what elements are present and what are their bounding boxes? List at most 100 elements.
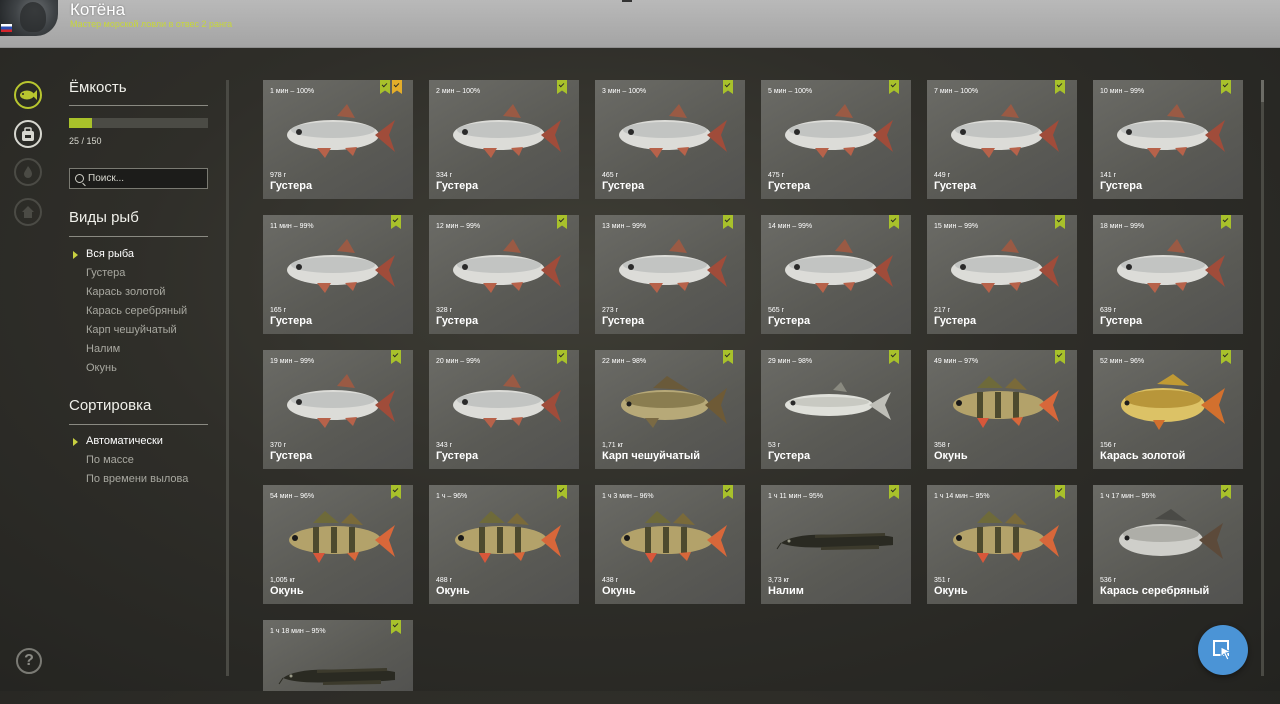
fish-card[interactable]: 29 мин – 98% 53 г Густера: [761, 350, 911, 469]
sort-option[interactable]: По массе: [86, 454, 134, 466]
fish-name: Окунь: [436, 585, 470, 597]
catch-time-quality: 1 ч 18 мин – 95%: [270, 628, 326, 635]
trophy-check-badge-icon: [391, 350, 401, 364]
trophy-check-badge-icon: [557, 80, 567, 94]
trophy-check-badge-icon: [391, 485, 401, 499]
fish-card[interactable]: 1 мин – 100% 978 г Густера: [263, 80, 413, 199]
selected-arrow-icon: [73, 438, 78, 446]
fish-card[interactable]: 1 ч 17 мин – 95% 536 г Карась серебряный: [1093, 485, 1243, 604]
fish-weight: 351 г: [934, 577, 951, 584]
capacity-bar: [69, 118, 208, 128]
fish-card[interactable]: 5 мин – 100% 475 г Густера: [761, 80, 911, 199]
species-option[interactable]: Карась серебряный: [86, 305, 187, 317]
species-option[interactable]: Карп чешуйчатый: [86, 324, 177, 336]
bream-fish-icon: [619, 104, 727, 158]
trophy-check-badge-icon: [391, 620, 401, 634]
fish-card[interactable]: 18 мин – 99% 639 г Густера: [1093, 215, 1243, 334]
fish-name: Густера: [768, 450, 811, 462]
perch-fish-icon: [621, 511, 727, 563]
fish-card[interactable]: 49 мин – 97% 358 г Окунь: [927, 350, 1077, 469]
fish-weight: 565 г: [768, 307, 785, 314]
help-icon[interactable]: ?: [16, 648, 42, 674]
species-option[interactable]: Густера: [86, 267, 125, 279]
fish-name: Густера: [602, 180, 645, 192]
fish-card[interactable]: 1 ч 11 мин – 95% 3,73 кг Налим: [761, 485, 911, 604]
catch-time-quality: 3 мин – 100%: [602, 88, 647, 95]
bream-fish-icon: [785, 239, 893, 293]
fish-name: Густера: [602, 315, 645, 327]
bream-fish-icon: [453, 104, 561, 158]
fish-weight: 53 г: [768, 442, 781, 449]
burbot-fish-icon: [776, 533, 893, 550]
fish-name: Густера: [436, 315, 479, 327]
fish-name: Окунь: [602, 585, 636, 597]
panel-divider: [226, 80, 229, 676]
fish-card[interactable]: 22 мин – 98% 1,71 кг Карп чешуйчатый: [595, 350, 745, 469]
trophy-check-badge-icon: [723, 350, 733, 364]
search-input[interactable]: [88, 173, 198, 184]
fish-card[interactable]: 20 мин – 99% 343 г Густера: [429, 350, 579, 469]
fish-card[interactable]: 1 ч 18 мин – 95%: [263, 620, 413, 691]
fish-card[interactable]: 7 мин – 100% 449 г Густера: [927, 80, 1077, 199]
search-box[interactable]: [69, 168, 208, 189]
fish-name: Карп чешуйчатый: [602, 450, 700, 462]
trophy-check-badge-icon: [889, 215, 899, 229]
fish-weight: 1,005 кг: [270, 577, 296, 584]
gold-record-badge-icon: [392, 80, 402, 94]
bream-fish-icon: [287, 104, 395, 158]
divider: [69, 424, 208, 425]
sort-option[interactable]: По времени вылова: [86, 473, 188, 485]
species-option[interactable]: Карась золотой: [86, 286, 165, 298]
species-option[interactable]: Вся рыба: [86, 248, 134, 260]
fish-name: Карась серебряный: [1100, 585, 1210, 597]
cursor-mode-button[interactable]: [1198, 625, 1248, 675]
capacity-bar-fill: [69, 118, 93, 128]
fish-card[interactable]: 1 ч 14 мин – 95% 351 г Окунь: [927, 485, 1077, 604]
campfire-icon[interactable]: [14, 158, 42, 186]
fish-card[interactable]: 11 мин – 99% 165 г Густера: [263, 215, 413, 334]
bream-fish-icon: [453, 374, 561, 428]
perch-fish-icon: [953, 511, 1059, 563]
fish-name: Налим: [768, 585, 804, 597]
backpack-icon[interactable]: [14, 120, 42, 148]
scrollbar[interactable]: [1261, 80, 1264, 676]
fish-card[interactable]: 19 мин – 99% 370 г Густера: [263, 350, 413, 469]
fish-weight: 328 г: [436, 307, 453, 314]
fish-icon[interactable]: [14, 81, 42, 109]
fish-card[interactable]: 15 мин – 99% 217 г Густера: [927, 215, 1077, 334]
fish-card[interactable]: 54 мин – 96% 1,005 кг Окунь: [263, 485, 413, 604]
fish-name: Густера: [436, 450, 479, 462]
catch-time-quality: 1 ч 3 мин – 96%: [602, 493, 654, 500]
search-icon: [75, 174, 84, 183]
trophy-check-badge-icon: [723, 215, 733, 229]
fish-name: Окунь: [270, 585, 304, 597]
fish-name: Густера: [270, 450, 313, 462]
perch-fish-icon: [289, 511, 395, 563]
scrollbar-thumb[interactable]: [1261, 80, 1264, 102]
fish-card[interactable]: 10 мин – 99% 141 г Густера: [1093, 80, 1243, 199]
fish-card[interactable]: 12 мин – 99% 328 г Густера: [429, 215, 579, 334]
fish-card[interactable]: 52 мин – 96% 156 г Карась золотой: [1093, 350, 1243, 469]
bream-fish-icon: [287, 239, 395, 293]
fish-name: Густера: [436, 180, 479, 192]
bream-fish-icon: [619, 239, 727, 293]
fish-card[interactable]: 1 ч 3 мин – 96% 438 г Окунь: [595, 485, 745, 604]
fish-card[interactable]: 14 мин – 99% 565 г Густера: [761, 215, 911, 334]
fish-card[interactable]: 2 мин – 100% 334 г Густера: [429, 80, 579, 199]
fish-weight: 1,71 кг: [602, 442, 624, 449]
species-option[interactable]: Налим: [86, 343, 120, 355]
fish-card[interactable]: 1 ч – 96% 488 г Окунь: [429, 485, 579, 604]
species-option[interactable]: Окунь: [86, 362, 117, 374]
fish-name: Густера: [270, 315, 313, 327]
fish-card[interactable]: 13 мин – 99% 273 г Густера: [595, 215, 745, 334]
catch-time-quality: 1 ч 14 мин – 95%: [934, 493, 990, 500]
fish-weight: 343 г: [436, 442, 453, 449]
burbot-fish-icon: [278, 668, 395, 685]
home-icon[interactable]: [14, 198, 42, 226]
fish-weight: 156 г: [1100, 442, 1117, 449]
trophy-check-badge-icon: [557, 485, 567, 499]
sort-option[interactable]: Автоматически: [86, 435, 163, 447]
fish-card[interactable]: 3 мин – 100% 465 г Густера: [595, 80, 745, 199]
trophy-check-badge-icon: [1055, 80, 1065, 94]
trophy-check-badge-icon: [1221, 215, 1231, 229]
